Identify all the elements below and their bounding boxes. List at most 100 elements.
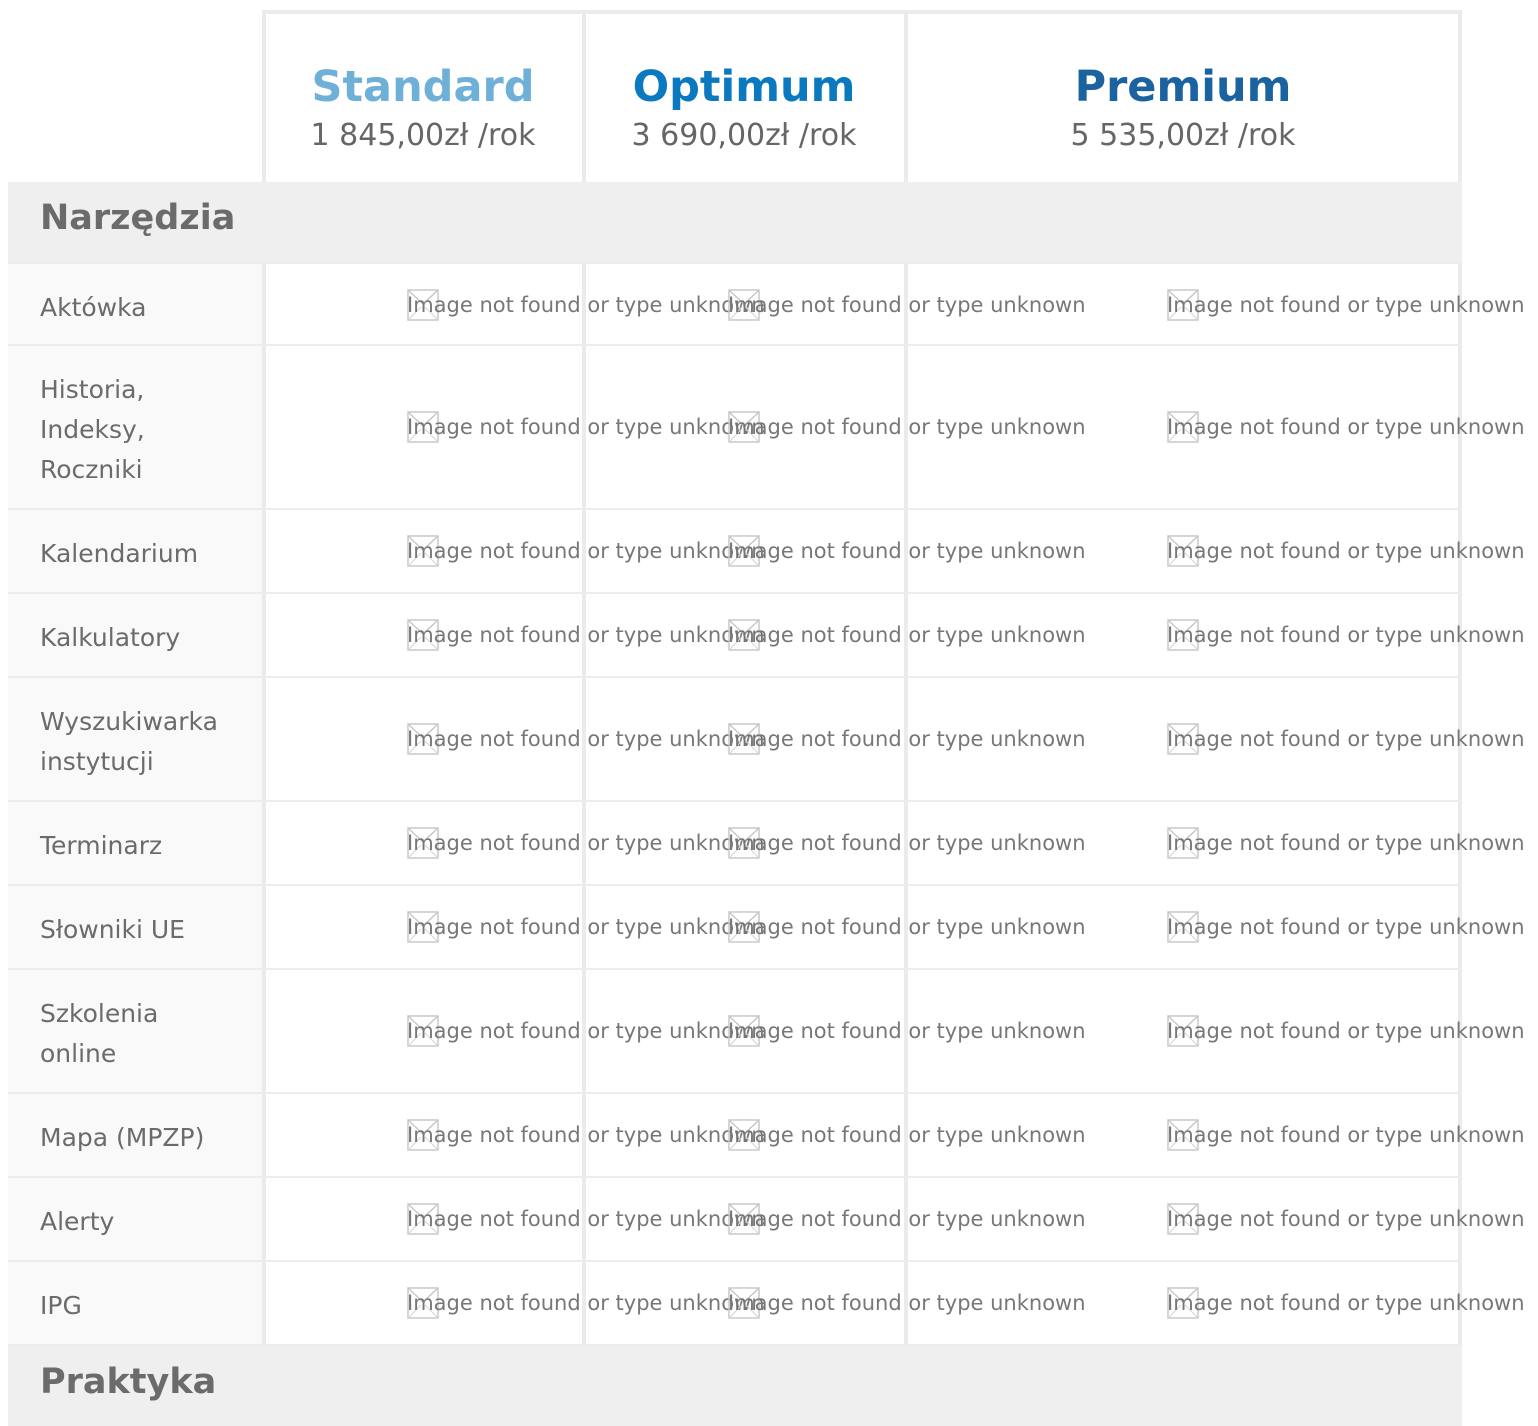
- plan-name: Premium: [1074, 62, 1292, 112]
- broken-image-text: Image not found or type unknown: [407, 1019, 765, 1043]
- plan-price: 1 845,00zł /rok: [310, 118, 536, 153]
- feature-availability-standard: Image not found or type unknown: [407, 1118, 765, 1152]
- broken-image-text: Image not found or type unknown: [728, 623, 1086, 647]
- feature-label: Historia, Indeksy, Roczniki: [40, 375, 145, 484]
- broken-image-text: Image not found or type unknown: [1167, 415, 1525, 439]
- feature-availability-optimum: Image not found or type unknown: [728, 1202, 1086, 1236]
- feature-availability-optimum: Image not found or type unknown: [728, 618, 1086, 652]
- feature-availability-optimum: Image not found or type unknown: [728, 410, 1086, 444]
- feature-availability-standard: Image not found or type unknown: [407, 722, 765, 756]
- feature-availability-standard: Image not found or type unknown: [407, 534, 765, 568]
- broken-image-text: Image not found or type unknown: [407, 1123, 765, 1147]
- broken-image-text: Image not found or type unknown: [407, 727, 765, 751]
- broken-image-text: Image not found or type unknown: [728, 831, 1086, 855]
- column-separator: [1458, 10, 1462, 182]
- feature-label: Kalkulatory: [40, 623, 181, 652]
- feature-availability-standard: Image not found or type unknown: [407, 1202, 765, 1236]
- feature-label: Terminarz: [40, 831, 163, 860]
- broken-image-text: Image not found or type unknown: [407, 915, 765, 939]
- feature-availability-premium: Image not found or type unknown: [1167, 1202, 1525, 1236]
- broken-image-text: Image not found or type unknown: [728, 293, 1086, 317]
- feature-availability-standard: Image not found or type unknown: [407, 1014, 765, 1048]
- feature-availability-optimum: Image not found or type unknown: [728, 722, 1086, 756]
- broken-image-text: Image not found or type unknown: [728, 1207, 1086, 1231]
- broken-image-text: Image not found or type unknown: [407, 415, 765, 439]
- feature-availability-optimum: Image not found or type unknown: [728, 1118, 1086, 1152]
- column-separator: [262, 10, 266, 182]
- feature-row: Słowniki UE Image not found or type unkno…: [8, 886, 1525, 970]
- feature-availability-optimum: Image not found or type unknown: [728, 826, 1086, 860]
- feature-availability-standard: Image not found or type unknown: [407, 288, 765, 322]
- feature-row: Wyszukiwarka instytucji Image not found o…: [8, 678, 1525, 802]
- feature-label: Szkolenia online: [40, 999, 159, 1068]
- feature-row: Alerty Image not found or type unknown Ima…: [8, 1178, 1525, 1262]
- feature-availability-standard: Image not found or type unknown: [407, 826, 765, 860]
- feature-label: Słowniki UE: [40, 915, 185, 944]
- broken-image-text: Image not found or type unknown: [407, 1291, 765, 1315]
- broken-image-text: Image not found or type unknown: [1167, 1291, 1525, 1315]
- broken-image-text: Image not found or type unknown: [1167, 727, 1525, 751]
- broken-image-text: Image not found or type unknown: [407, 293, 765, 317]
- broken-image-text: Image not found or type unknown: [1167, 623, 1525, 647]
- broken-image-text: Image not found or type unknown: [407, 1207, 765, 1231]
- broken-image-text: Image not found or type unknown: [1167, 915, 1525, 939]
- feature-row: Terminarz Image not found or type unknown…: [8, 802, 1525, 886]
- plans-header: Standard 1 845,00zł /rok Optimum 3 690,00zł…: [262, 10, 1462, 182]
- broken-image-text: Image not found or type unknown: [728, 1123, 1086, 1147]
- broken-image-text: Image not found or type unknown: [728, 1019, 1086, 1043]
- feature-availability-premium: Image not found or type unknown: [1167, 1118, 1525, 1152]
- feature-availability-optimum: Image not found or type unknown: [728, 1286, 1086, 1320]
- plan-price: 5 535,00zł /rok: [1070, 118, 1296, 153]
- feature-label: Wyszukiwarka instytucji: [40, 707, 218, 776]
- broken-image-text: Image not found or type unknown: [728, 1291, 1086, 1315]
- feature-availability-premium: Image not found or type unknown: [1167, 1286, 1525, 1320]
- plan-column-optimum: Optimum 3 690,00zł /rok: [584, 10, 904, 182]
- feature-availability-standard: Image not found or type unknown: [407, 910, 765, 944]
- broken-image-text: Image not found or type unknown: [407, 539, 765, 563]
- broken-image-text: Image not found or type unknown: [728, 539, 1086, 563]
- feature-availability-standard: Image not found or type unknown: [407, 618, 765, 652]
- broken-image-text: Image not found or type unknown: [1167, 293, 1525, 317]
- plan-price: 3 690,00zł /rok: [631, 118, 857, 153]
- feature-availability-optimum: Image not found or type unknown: [728, 1014, 1086, 1048]
- plan-column-standard: Standard 1 845,00zł /rok: [264, 10, 582, 182]
- section-header: Narzędzia: [8, 182, 1462, 262]
- feature-label: IPG: [40, 1291, 82, 1320]
- broken-image-text: Image not found or type unknown: [1167, 539, 1525, 563]
- feature-availability-standard: Image not found or type unknown: [407, 1286, 765, 1320]
- feature-row: Szkolenia online Image not found or type …: [8, 970, 1525, 1094]
- feature-availability-premium: Image not found or type unknown: [1167, 534, 1525, 568]
- feature-row: Aktówka Image not found or type unknown Im…: [8, 262, 1525, 346]
- feature-label: Alerty: [40, 1207, 115, 1236]
- pricing-comparison-table: Standard 1 845,00zł /rok Optimum 3 690,00zł…: [0, 0, 1538, 1426]
- plan-column-premium: Premium 5 535,00zł /rok: [906, 10, 1460, 182]
- column-separator: [904, 10, 908, 182]
- section-title: Narzędzia: [40, 198, 236, 238]
- feature-availability-premium: Image not found or type unknown: [1167, 722, 1525, 756]
- feature-availability-premium: Image not found or type unknown: [1167, 910, 1525, 944]
- column-separator: [582, 10, 586, 182]
- broken-image-text: Image not found or type unknown: [1167, 831, 1525, 855]
- feature-availability-optimum: Image not found or type unknown: [728, 288, 1086, 322]
- broken-image-text: Image not found or type unknown: [1167, 1019, 1525, 1043]
- feature-row: IPG Image not found or type unknown Image …: [8, 1262, 1525, 1346]
- plan-name: Standard: [311, 62, 535, 112]
- plan-name: Optimum: [632, 62, 856, 112]
- feature-availability-premium: Image not found or type unknown: [1167, 826, 1525, 860]
- feature-label: Kalendarium: [40, 539, 199, 568]
- broken-image-text: Image not found or type unknown: [407, 831, 765, 855]
- feature-row: Mapa (MPZP) Image not found or type unkno…: [8, 1094, 1525, 1178]
- broken-image-text: Image not found or type unknown: [1167, 1123, 1525, 1147]
- broken-image-text: Image not found or type unknown: [407, 623, 765, 647]
- broken-image-text: Image not found or type unknown: [728, 915, 1086, 939]
- feature-availability-optimum: Image not found or type unknown: [728, 534, 1086, 568]
- feature-row: Kalkulatory Image not found or type unkno…: [8, 594, 1525, 678]
- feature-availability-premium: Image not found or type unknown: [1167, 1014, 1525, 1048]
- feature-row: Historia, Indeksy, Roczniki Image not fou…: [8, 346, 1525, 510]
- section-header: Praktyka: [8, 1346, 1462, 1426]
- feature-availability-premium: Image not found or type unknown: [1167, 618, 1525, 652]
- broken-image-text: Image not found or type unknown: [728, 415, 1086, 439]
- feature-availability-standard: Image not found or type unknown: [407, 410, 765, 444]
- feature-availability-premium: Image not found or type unknown: [1167, 410, 1525, 444]
- feature-row: Kalendarium Image not found or type unkno…: [8, 510, 1525, 594]
